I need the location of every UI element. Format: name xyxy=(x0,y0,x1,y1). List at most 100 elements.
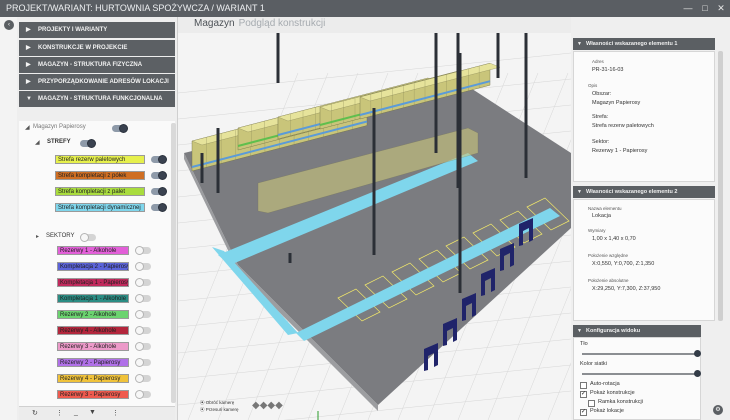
triangle-right-icon: ▶ xyxy=(26,62,31,68)
section-label: Projekty i warianty xyxy=(38,27,108,33)
panel1-header[interactable]: ▼ Własności wskazanego elementu 1 xyxy=(573,38,715,50)
wzgl-value: X:0,550, Y:0,700, Z:1,350 xyxy=(592,261,655,267)
adres-label: Adres xyxy=(592,59,604,64)
sektor-chip[interactable]: Rezerwy 3 - Papierosy xyxy=(57,390,129,399)
section-label: Magazyn - struktura funkcjonalna xyxy=(38,96,163,102)
sektor-toggle[interactable] xyxy=(135,358,151,367)
sektor-chip[interactable]: Kompletacja 1 - Alkohole xyxy=(57,294,129,303)
sektor-toggle[interactable] xyxy=(135,310,151,319)
strefa-toggle[interactable] xyxy=(151,203,167,212)
minimize-icon[interactable]: — xyxy=(680,0,696,17)
sektor-value: Rezerwy 1 - Papierosy xyxy=(592,148,648,154)
section-label: Konstrukcje w projekcie xyxy=(38,45,128,51)
triangle-right-icon: ▶ xyxy=(26,45,31,51)
section-label: Przyporządkowanie adresów lokacji xyxy=(38,79,169,85)
collapse-left-icon[interactable]: ‹ xyxy=(4,20,14,30)
adres-value: PR-31-16-03 xyxy=(592,67,624,73)
section-struktura-funkcjonalna[interactable]: ▼ Magazyn - struktura funkcjonalna xyxy=(19,91,175,107)
sektor-chip[interactable]: Rezerwy 4 - Alkohole xyxy=(57,326,129,335)
sektor-chip[interactable]: Rezerwy 1 - Alkohole xyxy=(57,246,129,255)
panel3-header[interactable]: ▼ Konfiguracja widoku xyxy=(573,325,701,337)
sektor-toggle[interactable] xyxy=(135,326,151,335)
panel3-body: Tło Kolor siatki Auto-rotacja ✓ Pokaż kons… xyxy=(573,337,701,420)
caret-down-icon[interactable]: ◢ xyxy=(25,124,30,131)
section-konstrukcje[interactable]: ▶ Konstrukcje w projekcie xyxy=(19,40,175,56)
sektor-toggle[interactable] xyxy=(135,342,151,351)
window-title: PROJEKT/WARIANT: HURTOWNIA SPOŻYWCZA / W… xyxy=(6,3,265,13)
strefa-toggle[interactable] xyxy=(151,155,167,164)
strefa-chip[interactable]: Strefa rezerw paletowych xyxy=(55,155,145,164)
sektor-chip[interactable]: Rezerwy 2 - Alkohole xyxy=(57,310,129,319)
panel2-header[interactable]: ▼ Własności wskazanego elementu 2 xyxy=(573,186,715,198)
strefa-chip[interactable]: Strefa kompletacji z półek xyxy=(55,171,145,180)
checkbox[interactable]: ✓ xyxy=(580,409,587,416)
sektor-chip[interactable]: Rezerwy 2 - Papierosy xyxy=(57,358,129,367)
checkbox[interactable] xyxy=(588,400,595,407)
sektor-chip[interactable]: Kompletacja 2 - Papierosy xyxy=(57,262,129,271)
sektor-toggle[interactable] xyxy=(135,246,151,255)
strefa-toggle[interactable] xyxy=(151,187,167,196)
sektor-toggle[interactable] xyxy=(135,294,151,303)
nazwa-value: Lokacja xyxy=(592,213,611,219)
sektor-chip[interactable]: Rezerwy 4 - Papierosy xyxy=(57,374,129,383)
strefa-chip[interactable]: Strefa kompletacji z palet xyxy=(55,187,145,196)
toggle-sektory[interactable] xyxy=(80,233,96,242)
triangle-down-icon: ▼ xyxy=(577,189,582,195)
triangle-down-icon: ▼ xyxy=(577,328,582,334)
checkbox-label: Pokaż konstrukcje xyxy=(590,390,635,396)
panel2-title: Własności wskazanego elementu 2 xyxy=(586,189,678,195)
underscore-icon[interactable]: _ xyxy=(74,409,78,416)
main-view: Magazyn Podgląd konstrukcji ⦿ Obróć kamer… xyxy=(178,17,571,420)
settings-icon[interactable]: ⚙ xyxy=(713,405,723,415)
tree-scrollbar[interactable] xyxy=(171,123,176,403)
sektor-chip[interactable]: Kompletacja 1 - Papierosy xyxy=(57,278,129,287)
rotate-camera[interactable]: ⦿ Obróć kamerę xyxy=(200,399,239,406)
section-przyporzadkowanie[interactable]: ▶ Przyporządkowanie adresów lokacji xyxy=(19,74,175,90)
checkbox[interactable]: ✓ xyxy=(580,391,587,398)
maximize-icon[interactable]: □ xyxy=(697,0,713,17)
wymiary-label: Wymiary xyxy=(588,228,606,233)
siatka-slider[interactable] xyxy=(582,370,701,377)
strefa-chip[interactable]: Strefa kompletacji dynamicznej xyxy=(55,203,145,212)
panel1-title: Własności wskazanego elementu 1 xyxy=(586,41,678,47)
refresh-icon[interactable]: ↻ xyxy=(32,409,38,417)
checkbox-label: Ramka konstrukcji xyxy=(598,399,643,405)
right-panel: ▼ Własności wskazanego elementu 1 Adres P… xyxy=(571,17,730,420)
warehouse-3d-view[interactable] xyxy=(178,33,571,420)
checkbox[interactable] xyxy=(580,382,587,389)
move-camera[interactable]: ⦿ Przesuń kamerę xyxy=(200,406,239,413)
strefa-toggle[interactable] xyxy=(151,171,167,180)
filter-icon[interactable]: ▼ xyxy=(89,409,96,416)
section-struktura-fizyczna[interactable]: ▶ Magazyn - struktura fizyczna xyxy=(19,57,175,73)
sektor-toggle[interactable] xyxy=(135,262,151,271)
right-scrollbar[interactable] xyxy=(718,51,723,321)
move-camera-label: Przesuń kamerę xyxy=(205,407,239,412)
more-icon[interactable]: ⋮ xyxy=(112,409,119,417)
camera-nav-icons[interactable]: ◆◆◆◆ xyxy=(252,400,283,411)
tree-area: ◢ Magazyn Papierosy ◢ STREFY Strefa reze… xyxy=(19,121,175,406)
app-window: PROJEKT/WARIANT: HURTOWNIA SPOŻYWCZA / W… xyxy=(0,0,730,420)
more-icon[interactable]: ⋮ xyxy=(56,409,63,417)
caret-right-icon[interactable]: ▸ xyxy=(36,233,39,240)
toggle-root[interactable] xyxy=(112,124,128,133)
left-panel: ▶ Projekty i warianty ▶ Konstrukcje w proj… xyxy=(17,17,178,420)
caret-down-icon[interactable]: ◢ xyxy=(35,139,40,146)
checkbox-label: Pokaż lokacje xyxy=(590,408,624,414)
sektor-toggle[interactable] xyxy=(135,390,151,399)
sektor-label: Sektor: xyxy=(592,139,610,145)
camera-controls: ⦿ Obróć kamerę ⦿ Przesuń kamerę xyxy=(200,399,239,413)
sektor-toggle[interactable] xyxy=(135,278,151,287)
triangle-right-icon: ▶ xyxy=(26,27,31,33)
section-projekty[interactable]: ▶ Projekty i warianty xyxy=(19,22,175,38)
panel1-body: Adres PR-31-16-03 Opis Obszar: Magazyn P… xyxy=(573,51,715,182)
panel3-title: Konfiguracja widoku xyxy=(586,328,641,334)
triangle-down-icon: ▼ xyxy=(577,41,582,47)
view-title-sub: Podgląd konstrukcji xyxy=(238,18,326,29)
sektor-chip[interactable]: Rezerwy 3 - Alkohole xyxy=(57,342,129,351)
obszar-label: Obszar: xyxy=(592,91,612,97)
tlo-slider[interactable] xyxy=(582,350,701,357)
toggle-strefy[interactable] xyxy=(80,139,96,148)
view-title: Magazyn Podgląd konstrukcji xyxy=(194,18,325,30)
close-icon[interactable]: ✕ xyxy=(713,0,729,17)
sektor-toggle[interactable] xyxy=(135,374,151,383)
